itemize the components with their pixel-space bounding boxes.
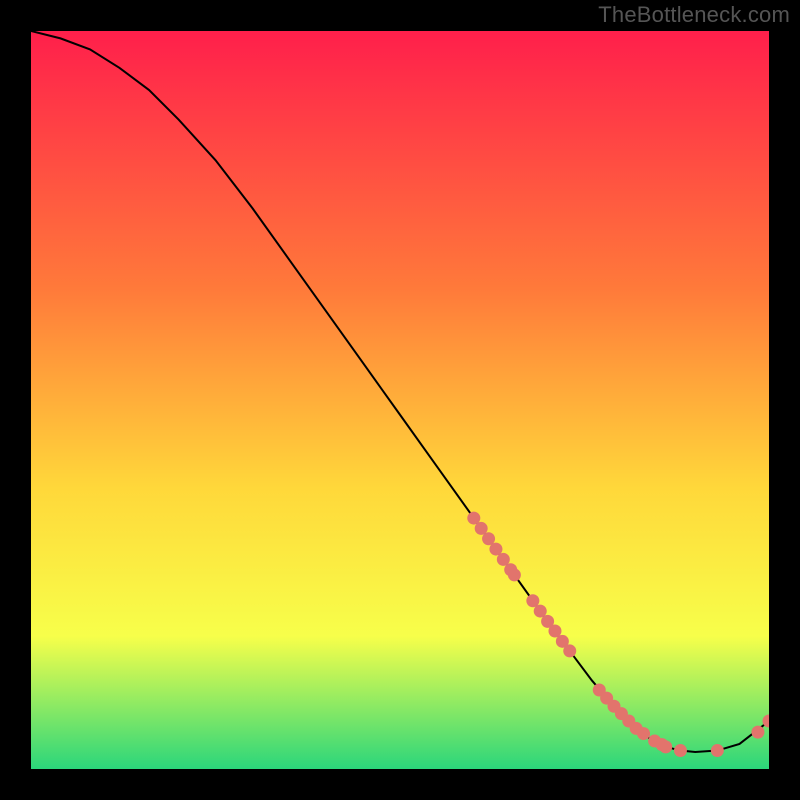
plot-area [31,31,769,769]
data-marker [637,727,650,740]
data-marker [751,726,764,739]
data-marker [674,744,687,757]
gradient-bg [31,31,769,769]
data-marker [711,744,724,757]
watermark-text: TheBottleneck.com [598,2,790,28]
chart-frame: TheBottleneck.com [0,0,800,800]
chart-svg [31,31,769,769]
data-marker [563,644,576,657]
data-marker [659,740,672,753]
data-marker [508,568,521,581]
